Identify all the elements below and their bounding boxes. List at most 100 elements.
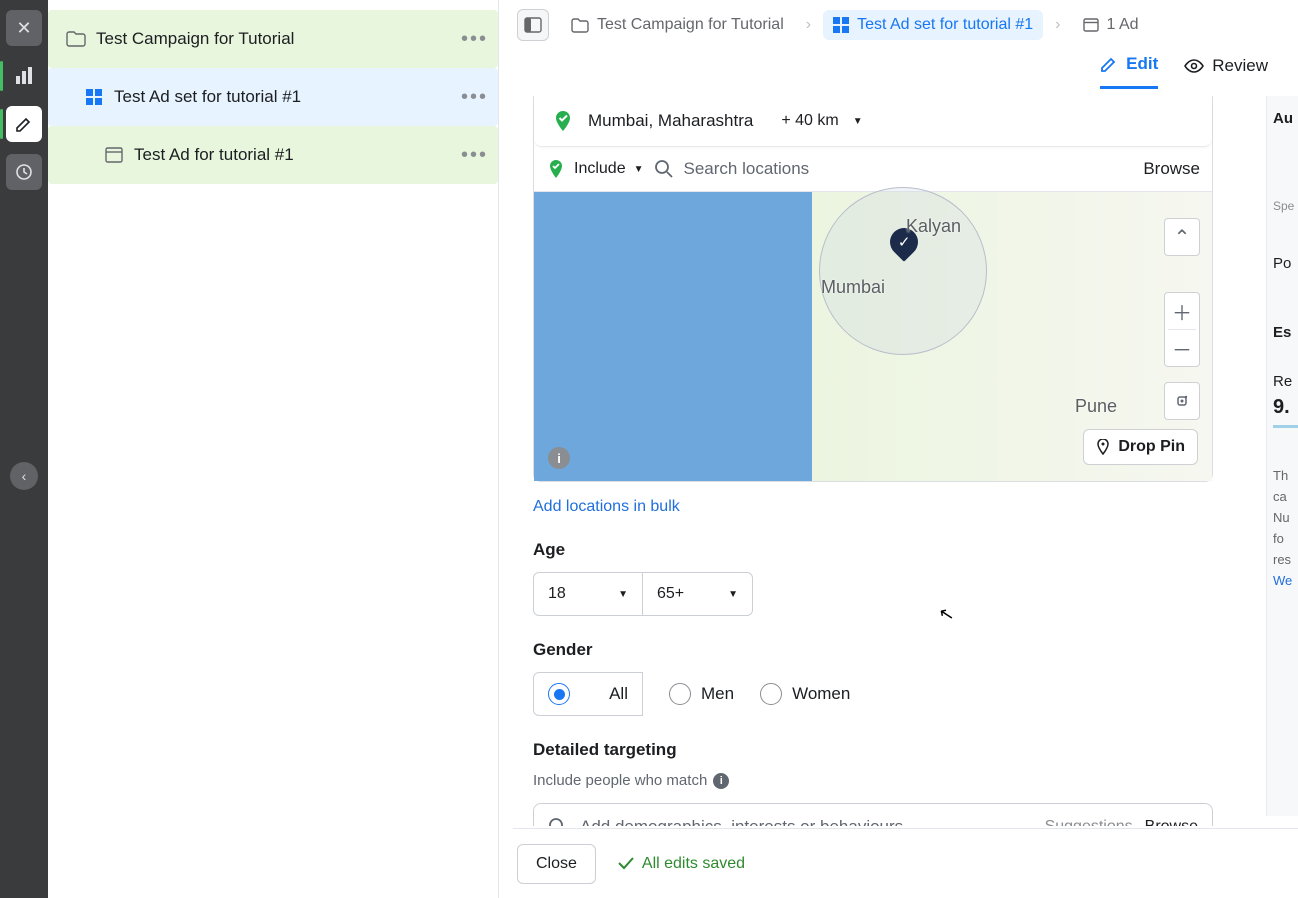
folder-icon	[66, 29, 86, 49]
tree-ad-label: Test Ad for tutorial #1	[134, 145, 461, 165]
pencil-icon	[1100, 55, 1118, 73]
drop-pin-button[interactable]: Drop Pin	[1083, 429, 1198, 465]
tab-review-label: Review	[1212, 56, 1268, 76]
gender-women-radio[interactable]: Women	[760, 683, 850, 705]
gender-label: Gender	[533, 640, 1298, 660]
gender-women-label: Women	[792, 684, 850, 704]
main-content: Test Campaign for Tutorial › Test Ad set…	[498, 0, 1298, 898]
campaign-tree: Test Campaign for Tutorial ••• Test Ad s…	[48, 10, 498, 184]
map-recenter-button[interactable]	[1164, 382, 1200, 420]
check-icon	[618, 857, 634, 870]
breadcrumb-adset-label: Test Ad set for tutorial #1	[857, 16, 1033, 34]
breadcrumb-campaign[interactable]: Test Campaign for Tutorial	[561, 10, 794, 40]
save-status-text: All edits saved	[642, 855, 745, 873]
adset-icon	[84, 87, 104, 107]
include-dropdown[interactable]: Include ▼	[546, 159, 644, 179]
save-status: All edits saved	[618, 855, 745, 873]
tab-edit-label: Edit	[1126, 54, 1158, 74]
tree-ad-row[interactable]: Test Ad for tutorial #1 •••	[48, 126, 498, 184]
caret-down-icon: ▼	[728, 589, 738, 600]
chevron-right-icon: ›	[806, 16, 811, 34]
breadcrumb-campaign-label: Test Campaign for Tutorial	[597, 16, 784, 34]
age-min-value: 18	[548, 585, 566, 603]
browse-locations-button[interactable]: Browse	[1143, 159, 1200, 179]
caret-down-icon[interactable]: ▼	[853, 116, 863, 127]
include-label: Include	[574, 160, 626, 178]
breadcrumbs: Test Campaign for Tutorial › Test Ad set…	[499, 0, 1298, 50]
gender-men-radio[interactable]: Men	[669, 683, 734, 705]
add-locations-bulk-link[interactable]: Add locations in bulk	[533, 498, 680, 516]
detailed-targeting-label: Detailed targeting	[533, 740, 1298, 760]
location-chip[interactable]: Mumbai, Maharashtra + 40 km ▼	[534, 96, 1212, 147]
history-nav[interactable]	[6, 154, 42, 190]
gender-radio-group: All Men Women	[533, 672, 1298, 716]
gender-all-label: All	[609, 684, 628, 704]
search-icon	[654, 159, 674, 179]
eye-icon	[1184, 59, 1204, 73]
editor-panel: Mumbai, Maharashtra + 40 km ▼ Include ▼ …	[517, 96, 1298, 826]
age-min-select[interactable]: 18 ▼	[533, 572, 643, 616]
gender-men-label: Men	[701, 684, 734, 704]
folder-icon	[571, 18, 589, 33]
map-collapse-button[interactable]: ⌃	[1164, 218, 1200, 256]
map-city-label: Pune	[1075, 396, 1117, 417]
adset-icon	[833, 17, 849, 33]
panel-icon	[524, 17, 542, 33]
breadcrumb-ad-label: 1 Ad	[1107, 16, 1139, 34]
gender-all-radio[interactable]: All	[533, 672, 643, 716]
left-rail: ✕ ‹	[0, 0, 48, 898]
chevron-right-icon: ›	[1055, 16, 1060, 34]
age-range: 18 ▼ 65+ ▼	[533, 572, 1298, 616]
map-city-label: Mumbai	[821, 277, 885, 298]
breadcrumb-ad[interactable]: 1 Ad	[1073, 10, 1149, 40]
bar-chart-icon	[14, 66, 34, 86]
location-search-input[interactable]: Search locations	[654, 159, 1134, 179]
info-icon[interactable]: i	[713, 773, 729, 789]
analytics-nav[interactable]	[6, 58, 42, 94]
location-card: Mumbai, Maharashtra + 40 km ▼ Include ▼ …	[533, 96, 1213, 482]
map-info-icon[interactable]: i	[548, 447, 570, 469]
map-zoom-controls: ＋ －	[1164, 292, 1200, 367]
targeting-search-input[interactable]: Add demographics, interests or behaviour…	[533, 803, 1213, 826]
location-map[interactable]: ✓ Mumbai Kalyan Pune ⌃ ＋ － Drop Pin i	[534, 191, 1212, 481]
tree-campaign-label: Test Campaign for Tutorial	[96, 29, 461, 49]
location-radius: + 40 km	[781, 112, 838, 130]
more-icon[interactable]: •••	[461, 144, 488, 167]
crosshair-icon	[1173, 392, 1191, 410]
pencil-icon	[15, 115, 33, 133]
location-check-icon	[552, 110, 574, 132]
location-check-icon	[546, 159, 566, 179]
drop-pin-label: Drop Pin	[1118, 438, 1185, 456]
browse-targeting-button[interactable]: Browse	[1145, 818, 1198, 826]
panel-toggle-button[interactable]	[517, 9, 549, 41]
breadcrumb-adset[interactable]: Test Ad set for tutorial #1	[823, 10, 1043, 40]
age-max-value: 65+	[657, 585, 684, 603]
more-icon[interactable]: •••	[461, 86, 488, 109]
more-icon[interactable]: •••	[461, 28, 488, 51]
tab-review[interactable]: Review	[1184, 56, 1268, 88]
zoom-in-button[interactable]: ＋	[1165, 293, 1199, 329]
location-search-row: Include ▼ Search locations Browse	[534, 147, 1212, 191]
age-max-select[interactable]: 65+ ▼	[643, 572, 753, 616]
close-button[interactable]: Close	[517, 844, 596, 884]
right-side-panel: Au Spe Po Es Re 9. Th ca Nu fo res We	[1266, 96, 1298, 816]
suggestions-button[interactable]: Suggestions	[1045, 818, 1133, 826]
caret-down-icon: ▼	[618, 589, 628, 600]
tree-campaign-row[interactable]: Test Campaign for Tutorial •••	[48, 10, 498, 68]
pin-icon	[1096, 439, 1110, 455]
collapse-rail-button[interactable]: ‹	[10, 462, 38, 490]
tab-edit[interactable]: Edit	[1100, 54, 1158, 89]
caret-down-icon: ▼	[634, 164, 644, 175]
ad-icon	[1083, 18, 1099, 32]
tree-adset-label: Test Ad set for tutorial #1	[114, 87, 461, 107]
zoom-out-button[interactable]: －	[1165, 330, 1199, 366]
search-icon	[548, 817, 568, 826]
edit-nav[interactable]	[6, 106, 42, 142]
targeting-sublabel: Include people who match i	[533, 772, 1298, 789]
ad-icon	[104, 145, 124, 165]
close-panel-button[interactable]: ✕	[6, 10, 42, 46]
tree-adset-row[interactable]: Test Ad set for tutorial #1 •••	[48, 68, 498, 126]
clock-icon	[15, 163, 33, 181]
editor-footer: Close All edits saved	[513, 828, 1298, 898]
targeting-placeholder: Add demographics, interests or behaviour…	[580, 817, 1033, 826]
